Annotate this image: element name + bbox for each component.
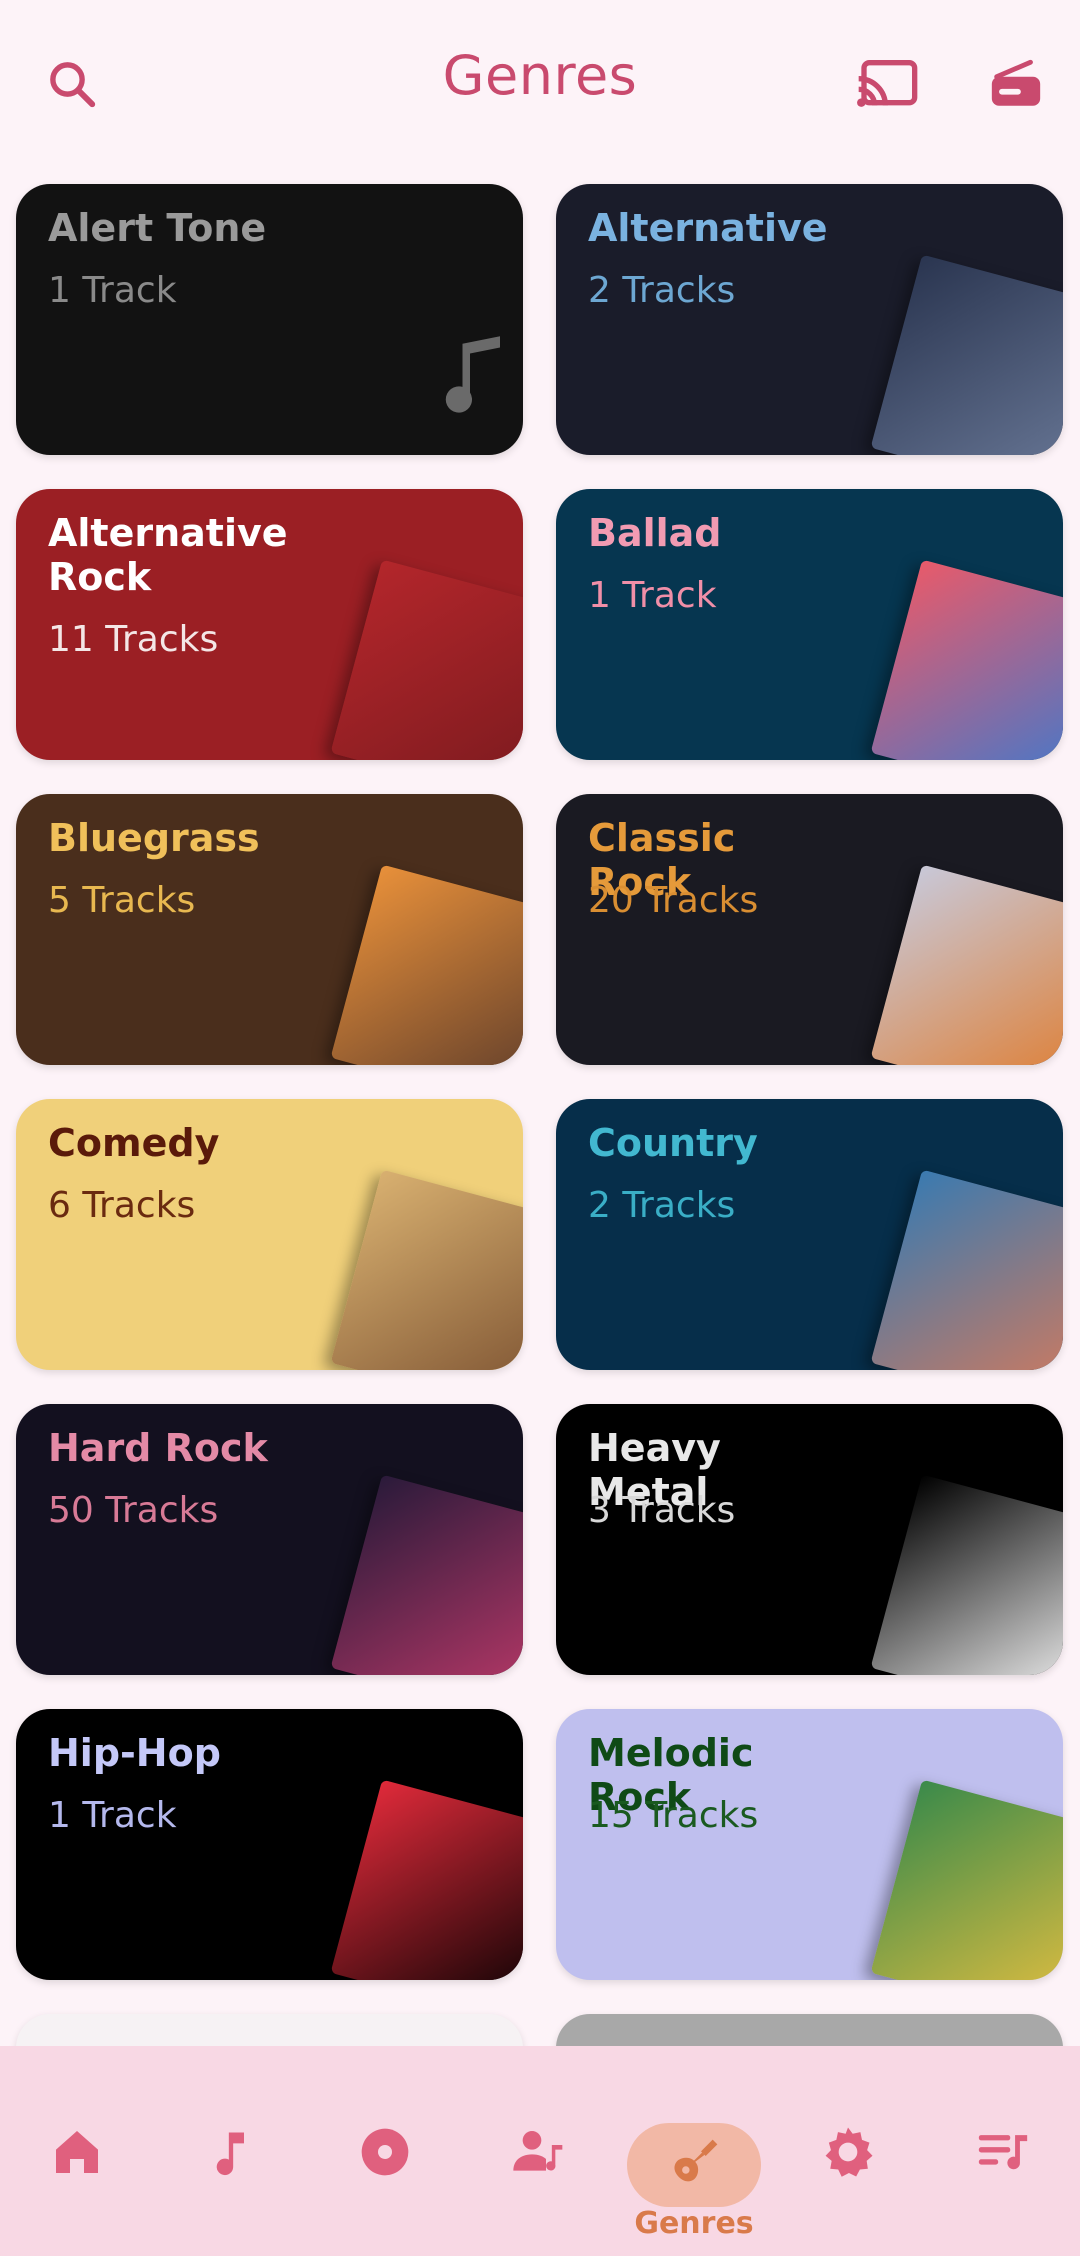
genre-track-count: 1 Track [588,575,717,616]
album-art [330,1169,523,1370]
nav-item-music-note[interactable] [154,2046,308,2256]
playlist-icon [973,2122,1033,2182]
genre-card[interactable] [556,2014,1063,2046]
genre-card[interactable]: Comedy 6 Tracks [16,1099,523,1370]
genre-track-count: 1 Track [48,270,177,311]
album-art [870,1779,1063,1980]
album-art [330,864,523,1065]
genres-grid: Alert Tone 1 Track Alternative 2 Tracks Alte… [0,0,1080,2046]
genre-track-count: 20 Tracks [588,880,759,921]
genre-name: Alternative Rock [48,511,288,599]
genre-track-count: 1 Track [48,1795,177,1836]
cast-icon[interactable] [852,48,924,120]
genre-track-count: 50 Tracks [48,1490,219,1531]
album-art [330,1779,523,1980]
nav-item-home[interactable] [0,2046,154,2256]
nav-item-gear[interactable] [771,2046,925,2256]
genre-card[interactable]: Hip-Hop 1 Track [16,1709,523,1980]
nav-item-guitar[interactable]: Genres [617,2046,771,2256]
genre-name: Hip-Hop [48,1731,221,1775]
genre-name: Alternative [588,206,828,250]
genre-name: Alert Tone [48,206,267,250]
genre-card[interactable]: Ballad 1 Track [556,489,1063,760]
genre-card[interactable]: Country 2 Tracks [556,1099,1063,1370]
genre-card[interactable]: Heavy Metal 3 Tracks [556,1404,1063,1675]
genre-card[interactable]: Alert Tone 1 Track [16,184,523,455]
album-art [870,1474,1063,1675]
album-icon [355,2122,415,2182]
album-art [870,559,1063,760]
nav-item-playlist[interactable] [926,2046,1080,2256]
nav-item-album[interactable] [308,2046,462,2256]
home-icon [47,2122,107,2182]
genre-name: Comedy [48,1121,220,1165]
gear-icon [818,2122,878,2182]
bottom-navigation: Genres [0,2046,1080,2256]
genre-name: Bluegrass [48,816,260,860]
genre-name: Ballad [588,511,722,555]
genre-track-count: 11 Tracks [48,619,219,660]
genre-card[interactable] [16,2014,523,2046]
album-art [330,559,523,760]
genre-track-count: 6 Tracks [48,1185,196,1226]
genre-track-count: 2 Tracks [588,270,736,311]
genre-track-count: 15 Tracks [588,1795,759,1836]
genre-card[interactable]: Bluegrass 5 Tracks [16,794,523,1065]
music-note-icon [425,325,515,415]
album-art [330,1474,523,1675]
genre-card[interactable]: Melodic Rock 15 Tracks [556,1709,1063,1980]
album-art [870,864,1063,1065]
nav-item-artist[interactable] [462,2046,616,2256]
top-app-bar: Genres [0,0,1080,170]
album-art [870,254,1063,455]
genre-card[interactable]: Alternative 2 Tracks [556,184,1063,455]
genre-name: Country [588,1121,758,1165]
genre-name: Hard Rock [48,1426,268,1470]
genre-track-count: 5 Tracks [48,880,196,921]
music-note-icon [201,2122,261,2182]
album-art [870,1169,1063,1370]
artist-icon [509,2122,569,2182]
genre-card[interactable]: Hard Rock 50 Tracks [16,1404,523,1675]
genre-card[interactable]: Classic Rock 20 Tracks [556,794,1063,1065]
nav-label: Genres [634,2206,754,2241]
radio-icon[interactable] [980,48,1052,120]
genre-track-count: 2 Tracks [588,1185,736,1226]
genre-track-count: 3 Tracks [588,1490,736,1531]
genre-card[interactable]: Alternative Rock 11 Tracks [16,489,523,760]
guitar-icon [666,2135,722,2195]
